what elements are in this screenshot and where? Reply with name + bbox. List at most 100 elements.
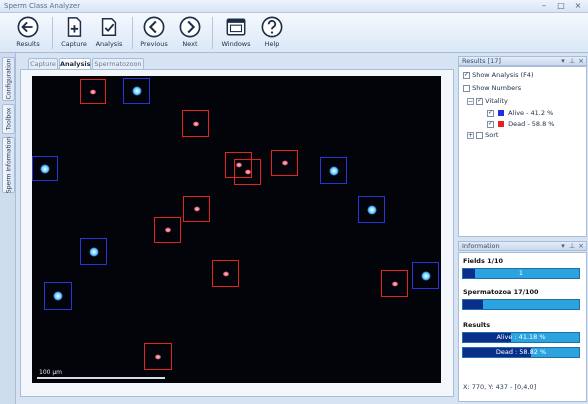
cursor-coordinates: X: 770, Y: 437 - [0,4,0]	[463, 383, 537, 391]
vitality-node[interactable]: − Vitality	[467, 97, 508, 105]
alive-checkbox[interactable]	[487, 109, 494, 117]
fields-progress-text: 1	[518, 269, 524, 277]
windows-button[interactable]: Windows	[216, 15, 256, 52]
dead-sperm-marker[interactable]	[154, 217, 181, 243]
close-button[interactable]: ×	[570, 1, 586, 11]
sort-label: Sort	[485, 131, 499, 139]
arrow-left-circle-icon	[17, 16, 39, 38]
show-analysis-checkbox[interactable]	[463, 71, 470, 79]
dead-sperm-marker[interactable]	[381, 270, 408, 297]
alive-sperm-marker[interactable]	[320, 157, 347, 184]
minimize-button[interactable]: –	[536, 1, 552, 11]
spermatozoa-label: Spermatozoa 17/100	[463, 288, 539, 296]
help-button[interactable]: Help	[252, 15, 292, 52]
dead-sperm-marker[interactable]	[212, 260, 239, 287]
show-analysis-option[interactable]: Show Analysis (F4)	[463, 71, 533, 79]
alive-sperm-marker[interactable]	[44, 282, 72, 310]
dead-sperm-marker[interactable]	[271, 150, 298, 176]
alive-color-swatch	[498, 110, 505, 116]
tab-configuration[interactable]: Configuration	[2, 57, 15, 101]
side-tab-strip: Configuration Toolbox Sperm Information	[0, 53, 16, 404]
pin-icon[interactable]: ⊥	[568, 57, 576, 66]
alive-result-text: Alive : 41.18 %	[496, 333, 546, 341]
dead-result-bar: Dead : 58.82 %	[462, 347, 580, 358]
window-icon	[226, 18, 246, 36]
help-button-label: Help	[264, 40, 280, 48]
information-panel-header: Information ▾ ⊥ ×	[458, 241, 587, 251]
vitality-checkbox[interactable]	[476, 97, 484, 105]
show-numbers-label: Show Numbers	[472, 84, 522, 92]
title-bar: Sperm Class Analyzer – □ ×	[0, 0, 588, 13]
document-plus-icon	[67, 17, 82, 37]
close-icon[interactable]: ×	[577, 57, 585, 66]
tab-toolbox-label: Toolbox	[5, 107, 12, 131]
dead-node[interactable]: Dead - 58.8 %	[487, 120, 554, 128]
alive-sperm-marker[interactable]	[412, 262, 439, 289]
dead-sperm-marker[interactable]	[234, 159, 261, 185]
alive-sperm-marker[interactable]	[32, 156, 58, 181]
alive-sperm-marker[interactable]	[123, 78, 150, 104]
results-button-label: Results	[16, 40, 40, 48]
dead-sperm-marker[interactable]	[80, 79, 106, 104]
alive-node[interactable]: Alive - 41.2 %	[487, 109, 553, 117]
toolbar: Results Capture Analysis Previous Next W…	[0, 13, 588, 53]
fields-label: Fields 1/10	[463, 257, 504, 265]
dead-sperm-marker[interactable]	[144, 343, 172, 370]
previous-button[interactable]: Previous	[134, 15, 174, 52]
results-label: Results	[463, 321, 491, 329]
analysis-button[interactable]: Analysis	[89, 15, 129, 52]
document-check-icon	[101, 18, 117, 36]
next-button-label: Next	[182, 40, 198, 48]
alive-sperm-marker[interactable]	[358, 196, 385, 223]
toolbar-separator	[212, 17, 213, 49]
microscope-image[interactable]	[32, 76, 441, 383]
information-panel-title: Information	[462, 242, 500, 250]
expand-toggle-icon[interactable]: +	[467, 131, 474, 139]
show-numbers-checkbox[interactable]	[463, 84, 470, 92]
maximize-button[interactable]: □	[553, 1, 569, 11]
sort-checkbox[interactable]	[476, 131, 484, 139]
window-title: Sperm Class Analyzer	[4, 2, 81, 10]
fields-progress-bar: 1	[462, 268, 580, 279]
alive-result-bar: Alive : 41.18 %	[462, 332, 580, 343]
dropdown-icon[interactable]: ▾	[559, 242, 567, 251]
collapse-toggle-icon[interactable]: −	[467, 97, 474, 105]
dead-checkbox[interactable]	[487, 120, 494, 128]
next-button[interactable]: Next	[170, 15, 210, 52]
tab-sperm-information[interactable]: Sperm Information	[2, 137, 15, 193]
scale-bar-label: 100 µm	[39, 369, 63, 376]
capture-button-label: Capture	[61, 40, 87, 48]
sort-node[interactable]: + Sort	[467, 131, 498, 139]
dropdown-icon[interactable]: ▾	[559, 57, 567, 66]
windows-button-label: Windows	[221, 40, 251, 48]
toolbar-separator	[132, 17, 133, 49]
show-analysis-label: Show Analysis (F4)	[472, 71, 534, 79]
dead-label: Dead - 58.8 %	[508, 120, 555, 128]
dead-sperm-marker[interactable]	[182, 110, 209, 137]
spermatozoa-progress-bar	[462, 299, 580, 310]
results-panel-title: Results [17]	[462, 57, 501, 65]
tab-sperm-information-label: Sperm Information	[5, 136, 12, 194]
analysis-button-label: Analysis	[95, 40, 123, 48]
toolbar-separator	[52, 17, 53, 49]
vitality-label: Vitality	[485, 97, 508, 105]
help-icon	[261, 16, 283, 38]
dead-sperm-marker[interactable]	[183, 196, 210, 222]
results-panel-header: Results [17] ▾ ⊥ ×	[458, 56, 587, 66]
previous-button-label: Previous	[140, 40, 168, 48]
scale-bar	[37, 377, 165, 379]
results-panel: Show Analysis (F4) Show Numbers − Vitali…	[458, 66, 587, 237]
results-button[interactable]: Results	[8, 15, 48, 52]
alive-label: Alive - 41.2 %	[508, 109, 554, 117]
pin-icon[interactable]: ⊥	[568, 242, 576, 251]
alive-sperm-marker[interactable]	[80, 238, 107, 265]
tab-configuration-label: Configuration	[5, 58, 12, 100]
close-icon[interactable]: ×	[577, 242, 585, 251]
spermatozoa-progress-fill	[463, 300, 483, 309]
show-numbers-option[interactable]: Show Numbers	[463, 84, 521, 92]
capture-button[interactable]: Capture	[54, 15, 94, 52]
dead-color-swatch	[498, 121, 505, 127]
tab-toolbox[interactable]: Toolbox	[2, 104, 15, 134]
chevron-right-circle-icon	[179, 16, 201, 38]
dead-result-text: Dead : 58.82 %	[495, 348, 547, 356]
